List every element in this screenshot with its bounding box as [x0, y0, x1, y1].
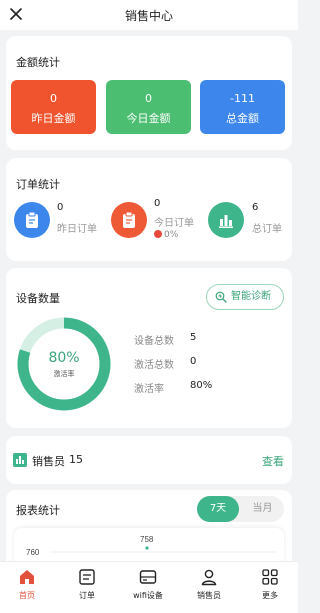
bar-chart-icon: [219, 215, 233, 228]
today-orders-value: 0: [154, 198, 161, 209]
report-stats-title: 报表统计: [16, 504, 60, 517]
decrease-arrow-icon: [154, 230, 162, 238]
order-icon: [79, 569, 95, 585]
order-stats-card: 订单统计 0 昨日订单 0 今日订单 0% 6 总订单: [6, 158, 292, 261]
tab-orders[interactable]: 订单: [57, 562, 117, 613]
activation-rate-caption: 激活率: [53, 370, 75, 378]
tab-wifi-devices[interactable]: wifi设备: [118, 562, 178, 613]
smart-diagnose-label: 智能诊断: [231, 291, 271, 302]
home-icon: [20, 570, 34, 584]
amount-stats-card: 金额统计 0 昨日金额 0 今日金额 -111 总金额: [6, 36, 292, 150]
salesman-chart-icon: [13, 453, 27, 467]
data-point-label: 758: [140, 535, 154, 544]
tab-salesmen-label: 销售员: [197, 591, 221, 600]
tab-home-label: 首页: [19, 591, 35, 600]
today-amount-tile[interactable]: 0 今日金额: [106, 80, 191, 134]
activation-rate-value: 80%: [48, 350, 80, 366]
today-amount-label: 今日金额: [126, 112, 171, 125]
y-axis-tick-label: 760: [26, 548, 40, 557]
order-stats-title: 订单统计: [16, 178, 60, 191]
total-amount-tile[interactable]: -111 总金额: [200, 80, 285, 134]
activated-total-label: 激活总数: [134, 360, 174, 371]
activated-total-value: 0: [190, 356, 197, 367]
grid-icon: [262, 569, 278, 585]
salesman-row[interactable]: 销售员 15 查看: [6, 436, 292, 484]
yesterday-orders-label: 昨日订单: [57, 224, 97, 235]
tab-more[interactable]: 更多: [240, 562, 300, 613]
yesterday-orders-icon: [14, 202, 50, 238]
total-amount-value: -111: [230, 92, 255, 105]
device-stats-card: 设备数量 智能诊断 80% 激活率 设备总数 5 激活总数 0 激活率 80%: [6, 268, 292, 428]
tab-wifi-devices-label: wifi设备: [133, 591, 163, 600]
data-point: [145, 546, 149, 550]
amount-stats-title: 金额统计: [16, 56, 60, 69]
tab-salesmen[interactable]: 销售员: [179, 562, 239, 613]
clipboard-icon: [26, 211, 38, 228]
device-total-label: 设备总数: [134, 336, 174, 347]
tab-7-days[interactable]: 7天: [197, 496, 239, 522]
today-orders-icon: [111, 202, 147, 238]
smart-diagnose-button[interactable]: 智能诊断: [206, 284, 284, 310]
clipboard-icon: [123, 211, 135, 228]
activation-rate-label: 激活率: [134, 384, 164, 395]
device-icon: [139, 570, 157, 584]
salesman-view-link[interactable]: 查看: [262, 453, 284, 469]
person-icon: [201, 569, 217, 586]
tab-current-month[interactable]: 当月: [241, 496, 284, 522]
tab-home[interactable]: 首页: [0, 562, 57, 613]
yesterday-amount-label: 昨日金额: [31, 112, 76, 125]
total-orders-label: 总订单: [252, 224, 282, 235]
today-orders-label: 今日订单: [154, 218, 194, 229]
total-orders-icon: [208, 202, 244, 238]
device-total-value: 5: [190, 332, 197, 343]
total-amount-label: 总金额: [226, 112, 259, 125]
today-amount-value: 0: [145, 92, 152, 105]
tab-orders-label: 订单: [79, 591, 95, 600]
salesman-label: 销售员: [32, 455, 65, 468]
device-stats-title: 设备数量: [16, 292, 60, 305]
today-orders-change-value: 0%: [164, 230, 179, 240]
page-title: 销售中心: [124, 9, 173, 23]
yesterday-amount-value: 0: [50, 92, 57, 105]
report-period-toggle: 7天 当月: [197, 496, 284, 522]
yesterday-amount-tile[interactable]: 0 昨日金额: [11, 80, 96, 134]
salesman-count: 15: [69, 453, 83, 466]
diagnose-icon: [215, 291, 227, 303]
activation-rate-stat-value: 80%: [190, 380, 213, 391]
today-orders-change: 0%: [154, 230, 178, 240]
total-orders-value: 6: [252, 202, 259, 213]
bottom-tab-bar: 首页 订单 wifi设备 销售员 更多: [0, 561, 298, 613]
tab-more-label: 更多: [262, 591, 278, 600]
yesterday-orders-value: 0: [57, 202, 64, 213]
navigation-bar: 销售中心: [0, 0, 298, 30]
